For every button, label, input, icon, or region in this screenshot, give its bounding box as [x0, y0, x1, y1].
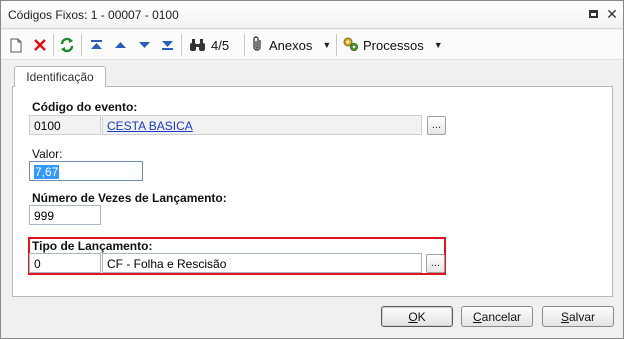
- codigo-evento-field: 0100: [29, 115, 101, 135]
- tipo-lancamento-description: CF - Folha e Rescisão: [102, 253, 422, 273]
- title-bar: Códigos Fixos: 1 - 00007 - 0100 ✕: [1, 1, 623, 29]
- valor-selected-text: 7,67: [34, 165, 60, 179]
- restore-icon[interactable]: [586, 7, 600, 21]
- save-button[interactable]: Salvar: [542, 306, 614, 327]
- numero-vezes-label: Número de Vezes de Lançamento:: [32, 191, 227, 205]
- refresh-icon[interactable]: [59, 36, 75, 54]
- tipo-lancamento-input[interactable]: 0: [29, 253, 101, 273]
- toolbar: 4/5 Anexos ▼ Processos ▼: [1, 30, 623, 60]
- toolbar-separator: [244, 34, 245, 56]
- previous-record-icon[interactable]: [113, 36, 127, 54]
- codigo-evento-description: CESTA BASICA: [102, 115, 422, 135]
- valor-label: Valor:: [32, 147, 63, 161]
- anexos-label: Anexos: [269, 37, 313, 53]
- gears-icon: [342, 35, 359, 55]
- codigo-evento-label: Código do evento:: [32, 100, 138, 114]
- valor-input[interactable]: 7,67: [29, 161, 143, 181]
- toolbar-separator: [181, 34, 182, 56]
- codigo-evento-browse-button[interactable]: ...: [427, 116, 446, 135]
- tipo-lancamento-browse-button[interactable]: ...: [426, 254, 445, 273]
- toolbar-separator: [53, 34, 54, 56]
- codigo-evento-link[interactable]: CESTA BASICA: [107, 119, 193, 133]
- numero-vezes-input[interactable]: 999: [29, 205, 101, 225]
- toolbar-separator: [336, 34, 337, 56]
- window-title: Códigos Fixos: 1 - 00007 - 0100: [8, 8, 179, 22]
- delete-icon[interactable]: [32, 36, 48, 54]
- new-record-icon[interactable]: [9, 36, 23, 54]
- last-record-icon[interactable]: [160, 36, 174, 54]
- chevron-down-icon: ▼: [433, 40, 443, 50]
- first-record-icon[interactable]: [89, 36, 103, 54]
- anexos-menu-button[interactable]: Anexos ▼: [251, 35, 332, 55]
- paperclip-icon: [251, 35, 265, 55]
- binoculars-icon[interactable]: [188, 36, 206, 54]
- tab-identificacao[interactable]: Identificação: [14, 66, 106, 87]
- next-record-icon[interactable]: [137, 36, 151, 54]
- tipo-lancamento-label: Tipo de Lançamento:: [32, 239, 153, 253]
- cancel-button[interactable]: Cancelar: [461, 306, 533, 327]
- processos-label: Processos: [363, 37, 424, 53]
- toolbar-separator: [81, 34, 82, 56]
- processos-menu-button[interactable]: Processos ▼: [342, 36, 443, 54]
- ok-button[interactable]: OK: [381, 306, 453, 327]
- dialog-window: Códigos Fixos: 1 - 00007 - 0100 ✕ 4/5 An…: [0, 0, 624, 339]
- record-position: 4/5: [211, 37, 230, 53]
- close-icon[interactable]: ✕: [605, 6, 619, 22]
- chevron-down-icon: ▼: [322, 40, 332, 50]
